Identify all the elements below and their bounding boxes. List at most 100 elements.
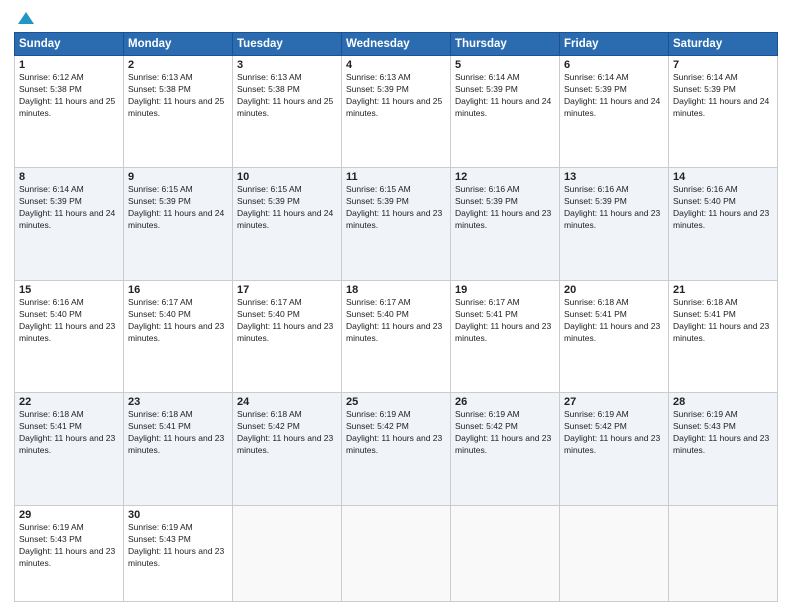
col-header-sunday: Sunday — [15, 33, 124, 56]
day-number: 23 — [128, 396, 228, 408]
header — [14, 10, 778, 26]
day-number: 16 — [128, 284, 228, 296]
day-number: 26 — [455, 396, 555, 408]
calendar-cell — [233, 505, 342, 601]
calendar-cell: 10 Sunrise: 6:15 AM Sunset: 5:39 PM Dayl… — [233, 168, 342, 280]
day-info: Sunrise: 6:16 AM Sunset: 5:39 PM Dayligh… — [455, 184, 555, 232]
day-number: 24 — [237, 396, 337, 408]
day-number: 11 — [346, 171, 446, 183]
col-header-friday: Friday — [560, 33, 669, 56]
day-info: Sunrise: 6:16 AM Sunset: 5:39 PM Dayligh… — [564, 184, 664, 232]
day-info: Sunrise: 6:16 AM Sunset: 5:40 PM Dayligh… — [19, 297, 119, 345]
logo-icon — [16, 10, 36, 30]
day-number: 28 — [673, 396, 773, 408]
day-info: Sunrise: 6:19 AM Sunset: 5:43 PM Dayligh… — [128, 522, 228, 570]
day-number: 4 — [346, 59, 446, 71]
calendar-cell: 22 Sunrise: 6:18 AM Sunset: 5:41 PM Dayl… — [15, 393, 124, 505]
calendar-cell: 11 Sunrise: 6:15 AM Sunset: 5:39 PM Dayl… — [342, 168, 451, 280]
calendar-cell: 15 Sunrise: 6:16 AM Sunset: 5:40 PM Dayl… — [15, 280, 124, 392]
logo — [14, 10, 36, 26]
day-info: Sunrise: 6:19 AM Sunset: 5:43 PM Dayligh… — [673, 409, 773, 457]
calendar-cell — [451, 505, 560, 601]
calendar-cell: 8 Sunrise: 6:14 AM Sunset: 5:39 PM Dayli… — [15, 168, 124, 280]
calendar-cell: 7 Sunrise: 6:14 AM Sunset: 5:39 PM Dayli… — [669, 56, 778, 168]
day-number: 27 — [564, 396, 664, 408]
day-number: 30 — [128, 509, 228, 521]
day-info: Sunrise: 6:14 AM Sunset: 5:39 PM Dayligh… — [455, 72, 555, 120]
calendar-cell — [342, 505, 451, 601]
calendar-cell: 28 Sunrise: 6:19 AM Sunset: 5:43 PM Dayl… — [669, 393, 778, 505]
calendar-cell: 2 Sunrise: 6:13 AM Sunset: 5:38 PM Dayli… — [124, 56, 233, 168]
day-info: Sunrise: 6:12 AM Sunset: 5:38 PM Dayligh… — [19, 72, 119, 120]
day-number: 6 — [564, 59, 664, 71]
calendar-cell: 27 Sunrise: 6:19 AM Sunset: 5:42 PM Dayl… — [560, 393, 669, 505]
day-info: Sunrise: 6:18 AM Sunset: 5:41 PM Dayligh… — [673, 297, 773, 345]
day-number: 29 — [19, 509, 119, 521]
col-header-tuesday: Tuesday — [233, 33, 342, 56]
calendar-cell: 21 Sunrise: 6:18 AM Sunset: 5:41 PM Dayl… — [669, 280, 778, 392]
day-info: Sunrise: 6:15 AM Sunset: 5:39 PM Dayligh… — [346, 184, 446, 232]
day-number: 17 — [237, 284, 337, 296]
day-info: Sunrise: 6:17 AM Sunset: 5:40 PM Dayligh… — [237, 297, 337, 345]
calendar-cell: 4 Sunrise: 6:13 AM Sunset: 5:39 PM Dayli… — [342, 56, 451, 168]
day-info: Sunrise: 6:17 AM Sunset: 5:40 PM Dayligh… — [346, 297, 446, 345]
day-number: 20 — [564, 284, 664, 296]
calendar-cell: 6 Sunrise: 6:14 AM Sunset: 5:39 PM Dayli… — [560, 56, 669, 168]
day-info: Sunrise: 6:15 AM Sunset: 5:39 PM Dayligh… — [128, 184, 228, 232]
day-info: Sunrise: 6:18 AM Sunset: 5:42 PM Dayligh… — [237, 409, 337, 457]
calendar-cell: 5 Sunrise: 6:14 AM Sunset: 5:39 PM Dayli… — [451, 56, 560, 168]
day-number: 13 — [564, 171, 664, 183]
calendar-cell: 9 Sunrise: 6:15 AM Sunset: 5:39 PM Dayli… — [124, 168, 233, 280]
page: SundayMondayTuesdayWednesdayThursdayFrid… — [0, 0, 792, 612]
day-info: Sunrise: 6:18 AM Sunset: 5:41 PM Dayligh… — [128, 409, 228, 457]
day-info: Sunrise: 6:17 AM Sunset: 5:40 PM Dayligh… — [128, 297, 228, 345]
day-info: Sunrise: 6:18 AM Sunset: 5:41 PM Dayligh… — [564, 297, 664, 345]
col-header-thursday: Thursday — [451, 33, 560, 56]
day-info: Sunrise: 6:17 AM Sunset: 5:41 PM Dayligh… — [455, 297, 555, 345]
day-info: Sunrise: 6:13 AM Sunset: 5:39 PM Dayligh… — [346, 72, 446, 120]
col-header-saturday: Saturday — [669, 33, 778, 56]
calendar-cell: 30 Sunrise: 6:19 AM Sunset: 5:43 PM Dayl… — [124, 505, 233, 601]
calendar-cell: 20 Sunrise: 6:18 AM Sunset: 5:41 PM Dayl… — [560, 280, 669, 392]
day-number: 3 — [237, 59, 337, 71]
calendar-cell: 26 Sunrise: 6:19 AM Sunset: 5:42 PM Dayl… — [451, 393, 560, 505]
calendar-cell: 18 Sunrise: 6:17 AM Sunset: 5:40 PM Dayl… — [342, 280, 451, 392]
calendar-cell — [669, 505, 778, 601]
calendar-cell: 3 Sunrise: 6:13 AM Sunset: 5:38 PM Dayli… — [233, 56, 342, 168]
day-number: 22 — [19, 396, 119, 408]
calendar-cell: 19 Sunrise: 6:17 AM Sunset: 5:41 PM Dayl… — [451, 280, 560, 392]
day-info: Sunrise: 6:18 AM Sunset: 5:41 PM Dayligh… — [19, 409, 119, 457]
calendar-cell: 14 Sunrise: 6:16 AM Sunset: 5:40 PM Dayl… — [669, 168, 778, 280]
col-header-wednesday: Wednesday — [342, 33, 451, 56]
day-number: 5 — [455, 59, 555, 71]
day-number: 10 — [237, 171, 337, 183]
day-number: 7 — [673, 59, 773, 71]
col-header-monday: Monday — [124, 33, 233, 56]
day-number: 21 — [673, 284, 773, 296]
calendar-cell: 17 Sunrise: 6:17 AM Sunset: 5:40 PM Dayl… — [233, 280, 342, 392]
calendar-cell: 24 Sunrise: 6:18 AM Sunset: 5:42 PM Dayl… — [233, 393, 342, 505]
calendar-cell: 29 Sunrise: 6:19 AM Sunset: 5:43 PM Dayl… — [15, 505, 124, 601]
day-info: Sunrise: 6:19 AM Sunset: 5:42 PM Dayligh… — [346, 409, 446, 457]
day-info: Sunrise: 6:13 AM Sunset: 5:38 PM Dayligh… — [237, 72, 337, 120]
day-number: 18 — [346, 284, 446, 296]
day-info: Sunrise: 6:15 AM Sunset: 5:39 PM Dayligh… — [237, 184, 337, 232]
day-number: 1 — [19, 59, 119, 71]
calendar-table: SundayMondayTuesdayWednesdayThursdayFrid… — [14, 32, 778, 602]
calendar-cell: 16 Sunrise: 6:17 AM Sunset: 5:40 PM Dayl… — [124, 280, 233, 392]
day-info: Sunrise: 6:13 AM Sunset: 5:38 PM Dayligh… — [128, 72, 228, 120]
day-number: 14 — [673, 171, 773, 183]
day-info: Sunrise: 6:14 AM Sunset: 5:39 PM Dayligh… — [673, 72, 773, 120]
day-number: 19 — [455, 284, 555, 296]
day-info: Sunrise: 6:14 AM Sunset: 5:39 PM Dayligh… — [564, 72, 664, 120]
day-number: 12 — [455, 171, 555, 183]
day-info: Sunrise: 6:19 AM Sunset: 5:42 PM Dayligh… — [564, 409, 664, 457]
calendar-cell: 1 Sunrise: 6:12 AM Sunset: 5:38 PM Dayli… — [15, 56, 124, 168]
calendar-cell: 12 Sunrise: 6:16 AM Sunset: 5:39 PM Dayl… — [451, 168, 560, 280]
calendar-cell — [560, 505, 669, 601]
day-number: 25 — [346, 396, 446, 408]
day-info: Sunrise: 6:14 AM Sunset: 5:39 PM Dayligh… — [19, 184, 119, 232]
day-info: Sunrise: 6:16 AM Sunset: 5:40 PM Dayligh… — [673, 184, 773, 232]
day-info: Sunrise: 6:19 AM Sunset: 5:42 PM Dayligh… — [455, 409, 555, 457]
day-info: Sunrise: 6:19 AM Sunset: 5:43 PM Dayligh… — [19, 522, 119, 570]
